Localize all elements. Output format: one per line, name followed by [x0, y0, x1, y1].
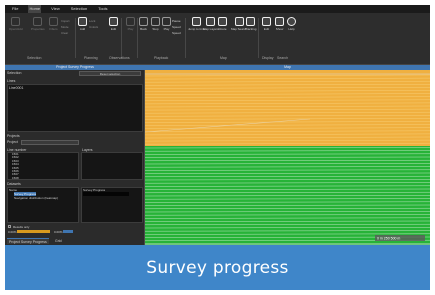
caption-bar: Survey progress [5, 245, 430, 290]
survey-progress-column: Survey Progress [81, 187, 143, 223]
add-button[interactable]: Add [78, 17, 87, 31]
scale-label: 0 m 250 500 m [377, 237, 400, 241]
back-button[interactable]: Back [139, 17, 148, 31]
map-search-icon [234, 17, 244, 26]
menu-view[interactable]: View [50, 5, 61, 13]
ribbon-separator [121, 18, 122, 58]
progress-cell [83, 192, 129, 196]
ribbon-separator [258, 18, 259, 58]
caption-text: Survey progress [146, 257, 289, 278]
project-label: Project [7, 140, 18, 144]
line-number-list[interactable]: 1501 1502 1503 1504 1505 1506 1507 1508 [7, 152, 79, 180]
open-icon [11, 17, 21, 26]
map-canvas[interactable]: 0 m 250 500 m [145, 70, 430, 245]
route-icon [218, 17, 227, 26]
unlock-item[interactable]: Unlock [89, 25, 98, 29]
clock-icon [192, 17, 202, 26]
line-number-item[interactable]: 1508 [12, 176, 19, 180]
search-icon [275, 17, 284, 26]
speed-item-2[interactable]: Speed [172, 31, 181, 35]
results-only-checkbox[interactable] [8, 225, 11, 228]
properties-icon [33, 17, 43, 26]
tracking-icon [246, 17, 256, 26]
left-panel: Project Survey Progress Selection Reset … [5, 65, 145, 245]
play-icon [126, 17, 135, 26]
ribbon-separator [75, 18, 76, 58]
ribbon-group-planning: Planning [84, 56, 98, 60]
show-button[interactable]: Show [275, 17, 284, 31]
ribbon-group-display: Display [262, 56, 274, 60]
datasets-label: Datasets [7, 182, 21, 186]
projects-label: Projects [7, 134, 20, 138]
play-button[interactable]: Play [162, 17, 171, 31]
add-icon [78, 17, 87, 26]
edit-icon [109, 17, 118, 26]
speed-item[interactable]: Speed [172, 25, 181, 29]
screenshot-frame: File Home View Selection Tools Open/Add … [0, 0, 435, 295]
results-only-label: Results only [13, 224, 30, 229]
ribbon-group-selection: Selection [27, 56, 42, 60]
line-item[interactable]: Line0001 [9, 86, 23, 90]
stop-icon [151, 17, 160, 26]
edit-display-button[interactable]: Edit [262, 17, 271, 31]
stop-button[interactable]: Stop [151, 17, 160, 31]
filter-icon [49, 17, 58, 26]
menu-file[interactable]: File [11, 5, 19, 13]
layers-list[interactable] [81, 152, 143, 180]
play-icon [162, 17, 171, 26]
reset-selection-button[interactable]: Reset selection [79, 71, 141, 76]
selection-label: Selection [7, 71, 22, 75]
pause-item[interactable]: Pause [172, 19, 181, 23]
back-icon [139, 17, 148, 26]
filters-button[interactable]: Filters [49, 17, 58, 31]
map-layers-button[interactable]: Map Layers [203, 17, 219, 31]
play-observations-button[interactable]: Play [126, 17, 135, 31]
ribbon-separator [185, 18, 186, 58]
lines-label: Lines [7, 79, 16, 83]
menu-tools[interactable]: Tools [97, 5, 108, 13]
import-item[interactable]: Import [61, 19, 70, 23]
ribbon-toolbar: Open/Add Properties Filters Import Mode … [5, 13, 430, 65]
project-select[interactable] [21, 140, 79, 145]
ribbon-group-observations: Observations [109, 56, 130, 60]
lock-item[interactable]: Lock [89, 19, 95, 23]
properties-button[interactable]: Properties [31, 17, 45, 31]
application-window: File Home View Selection Tools Open/Add … [5, 5, 430, 245]
progress-left-value: 0.00% [8, 230, 17, 234]
ribbon-group-search: Search [277, 56, 289, 60]
edit-icon [262, 17, 271, 26]
open-add-button[interactable]: Open/Add [9, 17, 23, 31]
menu-home[interactable]: Home [28, 5, 42, 13]
mode-item[interactable]: Mode [61, 25, 69, 29]
clear-item[interactable]: Clear [61, 31, 68, 35]
tab-grid[interactable]: Grid [53, 238, 64, 244]
ribbon-group-playback: Playback [154, 56, 169, 60]
tab-project-survey-progress[interactable]: Project Survey Progress [7, 238, 49, 244]
progress-bar-right [63, 230, 73, 233]
datasets-list[interactable]: Name Survey Progress Navigation distribu… [7, 187, 79, 223]
tracking-button[interactable]: Tracking [245, 17, 256, 31]
layers-icon [206, 17, 216, 26]
map-panel: Map 0 m 250 500 m [145, 65, 430, 245]
menu-bar: File Home View Selection Tools [5, 5, 430, 13]
navigation-distribution-item[interactable]: Navigation distribution (heatmap) [14, 196, 58, 200]
route-button[interactable]: Route [218, 17, 227, 31]
progress-right-value: 0.00% [54, 230, 63, 234]
edit-plan-button[interactable]: Edit [109, 17, 118, 31]
panel-title: Project Survey Progress [5, 65, 145, 70]
ribbon-separator [137, 18, 138, 58]
progress-bar-left [17, 230, 50, 233]
ribbon-group-map: Map [220, 56, 227, 60]
menu-selection[interactable]: Selection [70, 5, 88, 13]
help-icon [287, 17, 296, 26]
help-button[interactable]: Help [287, 17, 296, 31]
lines-list[interactable]: Line0001 [7, 84, 143, 132]
